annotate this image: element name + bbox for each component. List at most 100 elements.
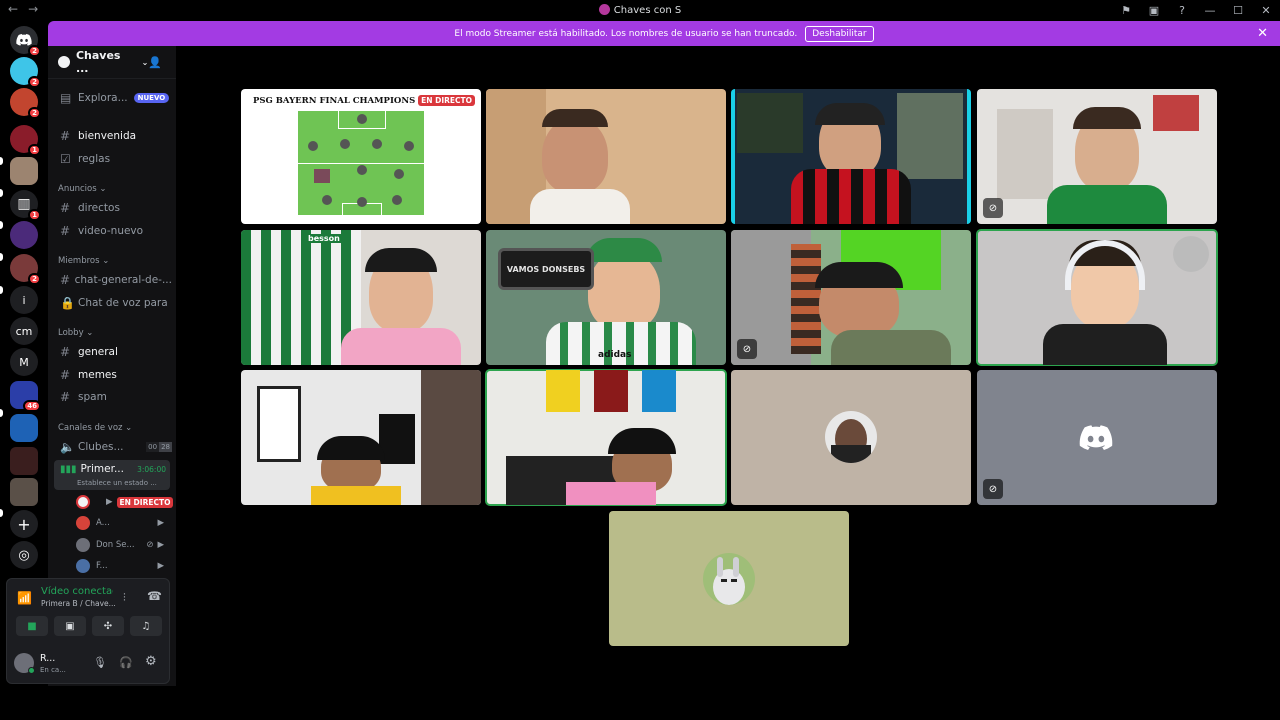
category-voz[interactable]: Canales de voz ⌄ bbox=[58, 423, 132, 433]
video-tile-7[interactable]: ⊘ bbox=[731, 230, 971, 365]
help-icon[interactable]: ? bbox=[1168, 4, 1196, 17]
server-icon bbox=[598, 4, 610, 15]
voice-user-1[interactable]: ▶ EN DIRECTO bbox=[76, 493, 176, 511]
video-tile-12[interactable]: ⊘ bbox=[977, 370, 1217, 505]
server-avatar-6[interactable] bbox=[10, 221, 38, 249]
connection-channel[interactable]: Primera B / Chave... bbox=[41, 599, 116, 608]
voice-user-2[interactable]: A... ▶ bbox=[76, 514, 176, 532]
video-tile-5[interactable]: besson bbox=[241, 230, 481, 365]
close-banner-icon[interactable]: ✕ bbox=[1257, 26, 1268, 41]
server-avatar-3[interactable]: 1 bbox=[10, 125, 41, 156]
channel-chat-de-voz[interactable]: 🔒 Chat de voz para ... bbox=[60, 294, 172, 312]
discord-home-icon[interactable]: 2 bbox=[10, 26, 41, 57]
video-tile-4[interactable]: ⊘ bbox=[977, 89, 1217, 224]
video-tile-2[interactable] bbox=[486, 89, 726, 224]
disconnect-icon[interactable]: ☎ bbox=[147, 589, 162, 603]
server-header[interactable]: Chaves ... ⌄ 👤 bbox=[48, 46, 176, 79]
category-label: Lobby bbox=[58, 328, 84, 338]
channel-memes[interactable]: # memes bbox=[60, 366, 172, 384]
voice-channel-clubes[interactable]: 🔈 Clubes... 00 28 bbox=[60, 438, 172, 456]
category-label: Canales de voz bbox=[58, 423, 123, 433]
voice-user-4[interactable]: F... ▶ bbox=[76, 557, 176, 575]
invite-people-icon[interactable]: 👤 bbox=[148, 56, 162, 69]
category-miembros[interactable]: Miembros ⌄ bbox=[58, 256, 109, 266]
close-window-button[interactable]: ✕ bbox=[1252, 4, 1280, 17]
add-server-icon[interactable]: + bbox=[10, 510, 38, 538]
server-avatar-9[interactable] bbox=[10, 414, 38, 442]
avatar bbox=[76, 495, 90, 509]
voice-activity-icon: ▮▮▮ bbox=[60, 463, 77, 475]
server-avatar-4[interactable] bbox=[10, 157, 38, 185]
server-avatar-11[interactable] bbox=[10, 478, 38, 506]
channel-chat-general[interactable]: # chat-general-de-... bbox=[60, 271, 172, 289]
user-name: A... bbox=[96, 518, 110, 528]
video-tile-6[interactable]: VAMOS DONSEBS adidas bbox=[486, 230, 726, 365]
category-anuncios[interactable]: Anuncios ⌄ bbox=[58, 184, 106, 194]
user-limit: 28 bbox=[159, 442, 172, 452]
server-avatar-m[interactable]: M bbox=[10, 348, 38, 376]
disable-streamer-button[interactable]: Deshabilitar bbox=[805, 25, 874, 42]
server-avatar-cm[interactable]: cm bbox=[10, 317, 38, 345]
video-tile-13[interactable] bbox=[609, 511, 849, 646]
server-avatar-i[interactable]: i bbox=[10, 286, 38, 314]
screen-share-button[interactable]: ▣ bbox=[54, 616, 86, 636]
server-avatar-8[interactable]: 46 bbox=[10, 381, 41, 412]
channel-reglas[interactable]: ☑ reglas bbox=[60, 150, 172, 168]
settings-gear-icon[interactable]: ⚙ bbox=[145, 654, 157, 669]
maximize-button[interactable]: ☐ bbox=[1224, 4, 1252, 17]
user-status: En ca... bbox=[40, 666, 66, 674]
connection-status[interactable]: Vídeo conectad bbox=[41, 586, 113, 597]
user-name: F... bbox=[96, 561, 108, 571]
server-avatar-2[interactable]: 2 bbox=[10, 88, 41, 119]
notification-badge: 1 bbox=[28, 209, 41, 221]
discover-compass-icon[interactable]: ◎ bbox=[10, 541, 38, 569]
user-count: 00 bbox=[146, 442, 160, 452]
video-tile-11[interactable] bbox=[731, 370, 971, 505]
explore-item[interactable]: ▤ Explora... NUEVO bbox=[60, 89, 172, 107]
category-label: Miembros bbox=[58, 256, 100, 266]
server-avatar-10[interactable] bbox=[10, 447, 38, 475]
channel-label: Primer... bbox=[80, 463, 124, 475]
server-avatar-7[interactable]: 2 bbox=[10, 254, 41, 285]
server-avatar-1[interactable]: 2 bbox=[10, 57, 41, 88]
screen-icon[interactable]: ▣ bbox=[1140, 4, 1168, 17]
camera-icon: ▶ bbox=[157, 540, 164, 550]
voice-user-3[interactable]: Don Se... ⊘ ▶ bbox=[76, 536, 176, 554]
channel-label: Chat de voz para ... bbox=[78, 297, 172, 309]
stream-tile[interactable]: PSG BAYERN FINAL CHAMPIONS L EN DIRECTO bbox=[241, 89, 481, 224]
live-badge: EN DIRECTO bbox=[418, 95, 475, 106]
activities-button[interactable]: ✣ bbox=[92, 616, 124, 636]
category-lobby[interactable]: Lobby ⌄ bbox=[58, 328, 93, 338]
video-tile-3[interactable] bbox=[731, 89, 971, 224]
minimize-button[interactable]: — bbox=[1196, 4, 1224, 17]
hash-icon: # bbox=[60, 390, 71, 404]
video-tile-8[interactable] bbox=[976, 229, 1218, 366]
camera-icon: ■ bbox=[27, 620, 37, 632]
new-badge: NUEVO bbox=[133, 93, 170, 103]
unread-pill bbox=[0, 253, 3, 261]
voice-status[interactable]: Establece un estado ... bbox=[77, 479, 157, 487]
hash-icon: # bbox=[60, 201, 71, 215]
server-avatar-5[interactable]: ▥ 1 bbox=[10, 190, 41, 221]
channel-directos[interactable]: # directos bbox=[60, 199, 172, 217]
signal-icon: 📶 bbox=[17, 591, 32, 605]
soundboard-button[interactable]: ♫ bbox=[130, 616, 162, 636]
voice-channel-primera[interactable]: ▮▮▮ Primer... 3:06:00 Establece un estad… bbox=[54, 460, 170, 490]
streamer-mode-text: El modo Streamer está habilitado. Los no… bbox=[454, 28, 798, 39]
flag-icon[interactable]: ⚑ bbox=[1112, 4, 1140, 17]
channel-bienvenida[interactable]: # bienvenida bbox=[60, 127, 172, 145]
camera-button[interactable]: ■ bbox=[16, 616, 48, 636]
notification-badge: 2 bbox=[28, 107, 41, 119]
channel-label: general bbox=[78, 346, 118, 358]
channel-video-nuevo[interactable]: # video-nuevo bbox=[60, 222, 172, 240]
video-tile-9[interactable] bbox=[241, 370, 481, 505]
phone-text: VAMOS DONSEBS bbox=[506, 264, 586, 274]
channel-spam[interactable]: # spam bbox=[60, 388, 172, 406]
notification-badge: 2 bbox=[28, 76, 41, 88]
video-tile-10[interactable] bbox=[485, 369, 727, 506]
microphone-icon[interactable]: 🎙 bbox=[93, 656, 107, 669]
live-badge: EN DIRECTO bbox=[116, 496, 174, 508]
noise-suppression-icon[interactable]: ⫶ bbox=[123, 591, 126, 605]
channel-general[interactable]: # general bbox=[60, 343, 172, 361]
headphones-icon[interactable]: 🎧 bbox=[119, 656, 133, 669]
